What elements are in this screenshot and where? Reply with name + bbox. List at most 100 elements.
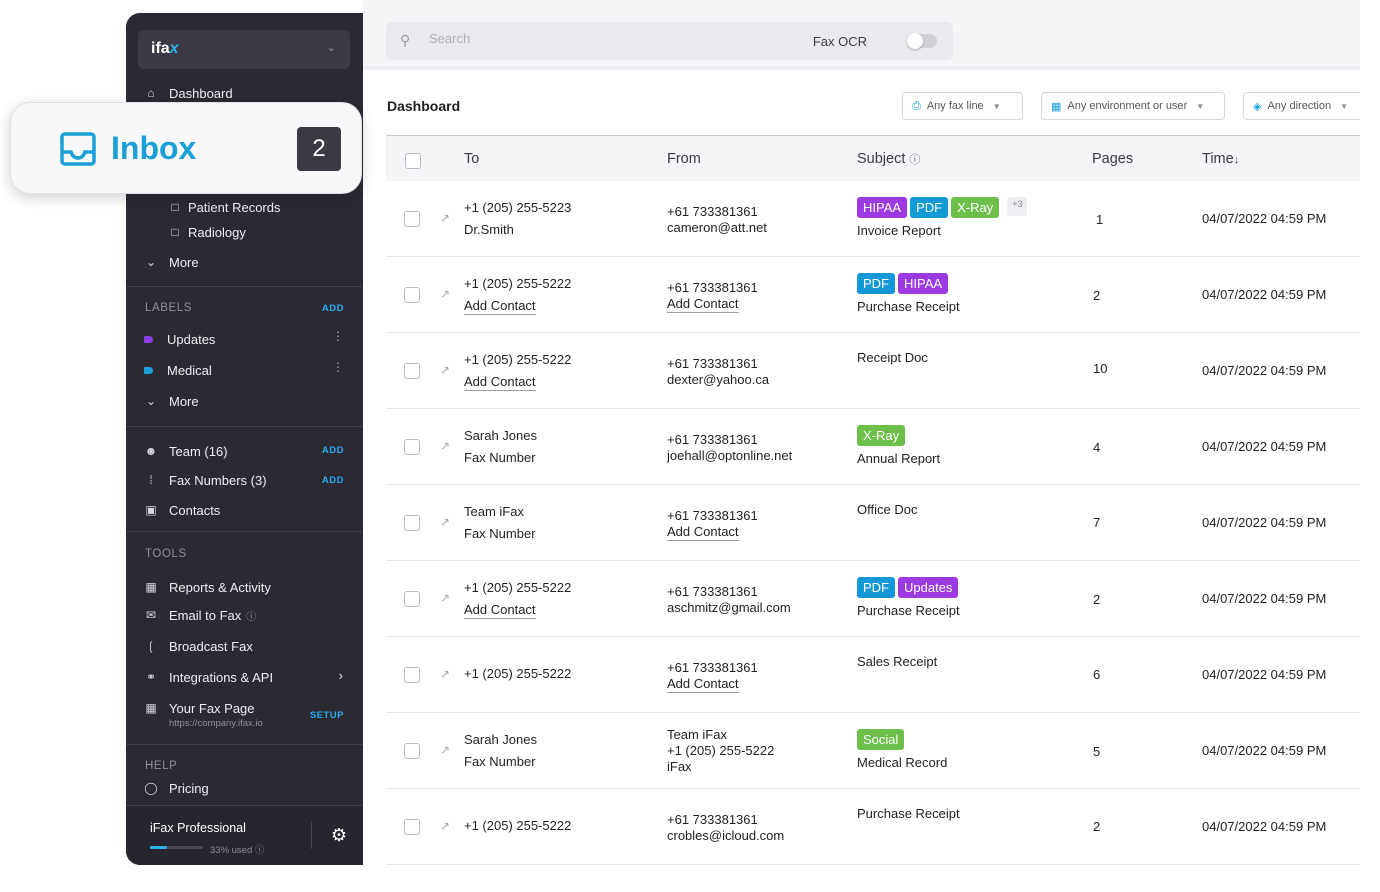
sidebar-item-broadcast[interactable]: ❲ Broadcast Fax xyxy=(144,636,253,656)
setup-fax-page-button[interactable]: SETUP xyxy=(310,710,344,721)
row-checkbox[interactable] xyxy=(404,667,420,683)
row-checkbox[interactable] xyxy=(404,743,420,759)
add-contact-link[interactable]: Add Contact xyxy=(667,296,739,313)
timestamp: 04/07/2022 04:59 PM xyxy=(1202,439,1327,454)
environment-filter[interactable]: ▦ Any environment or user ▼ xyxy=(1041,92,1225,120)
from-primary: +61 733381361 xyxy=(667,204,758,219)
row-checkbox[interactable] xyxy=(404,591,420,607)
table-row[interactable]: ↗ Sarah Jones Fax Number Team iFax +1 (205) … xyxy=(386,713,1360,789)
sidebar-item-reports[interactable]: ▦ Reports & Activity xyxy=(144,577,271,597)
column-subject[interactable]: Subject ⓘ xyxy=(857,151,920,167)
table-row[interactable]: ↗ +1 (205) 255-5222 +61 733381361 crobles@i… xyxy=(386,789,1360,865)
column-to[interactable]: To xyxy=(464,151,479,167)
sidebar-item-contacts[interactable]: ▣ Contacts xyxy=(144,500,220,520)
row-checkbox[interactable] xyxy=(404,819,420,835)
sidebar-folders-more[interactable]: ⌄ More xyxy=(144,252,199,272)
label-name: Medical xyxy=(167,362,212,378)
info-icon[interactable]: ⓘ xyxy=(255,845,265,856)
search-input[interactable] xyxy=(429,31,729,46)
add-contact-link[interactable]: Add Contact xyxy=(667,524,739,541)
fax-line-filter[interactable]: ⎙ Any fax line ▼ xyxy=(902,92,1023,120)
add-contact-link[interactable]: Add Contact xyxy=(464,374,536,391)
table-row[interactable]: ↗ +1 (205) 255-5222 Add Contact +61 7333813… xyxy=(386,561,1360,637)
sidebar-label-updates[interactable]: Updates xyxy=(144,329,215,349)
sidebar-item-fax-numbers[interactable]: ⁞ Fax Numbers (3) xyxy=(144,470,266,490)
select-all-checkbox[interactable] xyxy=(405,153,421,169)
table-row[interactable]: ↗ +1 (205) 255-5223 Dr.Smith +61 733381361 c… xyxy=(386,181,1360,257)
outgoing-arrow-icon: ↗ xyxy=(440,363,451,377)
from-secondary: dexter@yahoo.ca xyxy=(667,372,770,387)
to-primary: Sarah Jones xyxy=(464,732,537,747)
add-contact-link[interactable]: Add Contact xyxy=(464,298,536,315)
info-icon[interactable]: ⓘ xyxy=(909,154,920,166)
timestamp: 04/07/2022 04:59 PM xyxy=(1202,591,1327,606)
table-row[interactable]: ↗ Team iFax Fax Number +61 733381361 Add Con… xyxy=(386,485,1360,561)
sidebar-item-fax-page[interactable]: ▦ Your Fax Page xyxy=(144,698,254,718)
to-primary: +1 (205) 255-5222 xyxy=(464,352,572,367)
sidebar-labels-more[interactable]: ⌄ More xyxy=(144,391,199,411)
sidebar-label-medical[interactable]: Medical xyxy=(144,360,212,380)
to-primary: +1 (205) 255-5222 xyxy=(464,666,572,681)
page-count: 6 xyxy=(1093,667,1101,682)
table-row[interactable]: ↗ +1 (205) 255-5222 +61 733381361 Add Conta… xyxy=(386,637,1360,713)
label-tag[interactable]: Social xyxy=(857,729,905,750)
from-secondary: joehall@optonline.net xyxy=(667,448,793,463)
column-time[interactable]: Time↓ xyxy=(1202,151,1239,167)
label-tag[interactable]: HIPAA xyxy=(898,273,949,294)
sidebar-item-email-to-fax[interactable]: ✉ Email to Fax ⓘ xyxy=(144,605,256,625)
more-vertical-icon[interactable]: ⋮ xyxy=(332,330,344,342)
label-tag[interactable]: HIPAA xyxy=(857,197,908,218)
fax-ocr-toggle[interactable] xyxy=(907,33,937,49)
inbox-card[interactable]: Inbox 2 xyxy=(10,102,362,194)
subject-text: Sales Receipt xyxy=(857,654,938,669)
add-contact-link[interactable]: Add Contact xyxy=(464,602,536,619)
search-icon: ⚲ xyxy=(400,32,411,48)
table-row[interactable]: ↗ +1 (205) 255-5222 Add Contact +61 7333813… xyxy=(386,257,1360,333)
label-tag[interactable]: X-Ray xyxy=(951,197,1000,218)
label-tag[interactable]: PDF xyxy=(910,197,949,218)
row-checkbox[interactable] xyxy=(404,439,420,455)
column-pages[interactable]: Pages xyxy=(1092,151,1133,167)
from-secondary: crobles@icloud.com xyxy=(667,828,785,843)
from-primary: +61 733381361 xyxy=(667,584,758,599)
label-tag[interactable]: PDF xyxy=(857,273,895,294)
add-label-button[interactable]: ADD xyxy=(322,303,344,314)
toggle-knob xyxy=(907,33,923,49)
column-from[interactable]: From xyxy=(667,151,701,167)
row-checkbox[interactable] xyxy=(404,515,420,531)
to-primary: +1 (205) 255-5222 xyxy=(464,276,572,291)
row-checkbox[interactable] xyxy=(404,363,420,379)
add-fax-number-button[interactable]: ADD xyxy=(322,475,344,486)
add-team-button[interactable]: ADD xyxy=(322,445,344,456)
table-row[interactable]: ↗ Sarah Jones Fax Number +61 733381361 joeha… xyxy=(386,409,1360,485)
mail-icon: ✉ xyxy=(145,608,157,622)
outgoing-arrow-icon: ↗ xyxy=(440,667,451,681)
chevron-right-icon[interactable]: › xyxy=(339,668,343,683)
info-icon[interactable]: ⓘ xyxy=(246,608,256,623)
sidebar-item-pricing[interactable]: ◯ Pricing xyxy=(144,778,208,798)
label-tag[interactable]: Updates xyxy=(898,577,959,598)
pricing-icon: ◯ xyxy=(144,781,158,795)
subject-text: Purchase Receipt xyxy=(857,806,960,821)
sidebar-item-integrations[interactable]: ⚭ Integrations & API xyxy=(144,667,273,687)
sidebar-item-dashboard[interactable]: ⌂ Dashboard xyxy=(144,83,232,103)
account-switcher[interactable]: ifax ⌄ xyxy=(138,30,350,69)
table-row[interactable]: ↗ +1 (205) 255-5222 Add Contact +61 7333813… xyxy=(386,333,1360,409)
sidebar-folder-radiology[interactable]: □ Radiology xyxy=(168,222,245,242)
sidebar-folder-patient-records[interactable]: □ Patient Records xyxy=(168,197,280,217)
more-vertical-icon[interactable]: ⋮ xyxy=(332,361,344,373)
label-tag[interactable]: PDF xyxy=(857,577,895,598)
megaphone-icon: ❲ xyxy=(145,639,157,653)
tag-list: Social xyxy=(857,729,905,750)
subject-text: Purchase Receipt xyxy=(857,603,960,618)
direction-filter[interactable]: ◈ Any direction ▼ xyxy=(1243,92,1360,120)
sidebar-item-team[interactable]: ☻ Team (16) xyxy=(144,441,228,461)
label-tag[interactable]: X-Ray xyxy=(857,425,906,446)
row-checkbox[interactable] xyxy=(404,211,420,227)
more-tags-badge[interactable]: +3 xyxy=(1007,197,1028,216)
row-checkbox[interactable] xyxy=(404,287,420,303)
add-contact-link[interactable]: Add Contact xyxy=(667,676,739,693)
usage-bar xyxy=(150,846,203,849)
gear-icon[interactable]: ⚙ xyxy=(331,825,347,846)
divider xyxy=(126,426,363,427)
